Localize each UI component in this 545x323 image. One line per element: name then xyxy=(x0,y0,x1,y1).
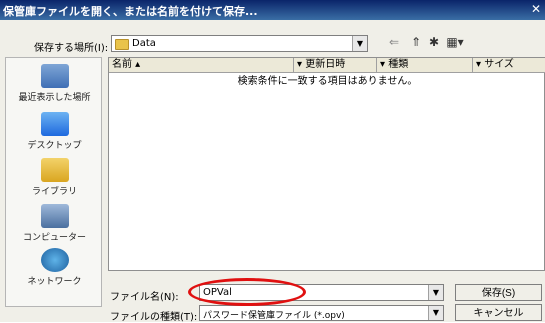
folder-icon xyxy=(115,39,129,50)
place-computer[interactable]: コンピューター xyxy=(6,204,103,243)
highlight-circle xyxy=(188,278,306,306)
computer-icon xyxy=(40,204,69,228)
file-list[interactable]: 名前 ▴ ▾ 更新日時 ▾ 種類 ▾ サイズ 検索条件に一致する項目はありません… xyxy=(108,57,545,271)
chevron-down-icon[interactable]: ▼ xyxy=(428,306,443,320)
column-type[interactable]: ▾ 種類 xyxy=(377,58,473,72)
place-label: ライブラリ xyxy=(31,187,77,197)
close-icon[interactable]: ✕ xyxy=(529,2,543,16)
place-libraries[interactable]: ライブラリ xyxy=(6,158,103,197)
filetype-label: ファイルの種類(T): xyxy=(110,312,198,323)
place-label: デスクトップ xyxy=(27,141,82,151)
place-label: コンピューター xyxy=(22,233,86,243)
column-size[interactable]: ▾ サイズ xyxy=(473,58,545,72)
list-header: 名前 ▴ ▾ 更新日時 ▾ 種類 ▾ サイズ xyxy=(109,58,545,73)
view-menu-icon[interactable]: ▦▾ xyxy=(444,33,466,51)
filename-label: ファイル名(N): xyxy=(110,292,179,303)
place-label: 最近表示した場所 xyxy=(18,93,91,103)
new-folder-icon[interactable]: ✱ xyxy=(426,33,442,51)
lookin-dropdown[interactable]: Data ▼ xyxy=(111,35,368,52)
place-desktop[interactable]: デスクトップ xyxy=(6,112,103,151)
places-bar: 最近表示した場所 デスクトップ ライブラリ コンピューター ネットワーク xyxy=(5,57,102,307)
empty-message: 検索条件に一致する項目はありません。 xyxy=(237,76,418,87)
lookin-label: 保存する場所(I): xyxy=(34,43,109,54)
place-label: ネットワーク xyxy=(27,277,82,287)
window-title: 保管庫ファイルを開く、または名前を付けて保存... xyxy=(3,5,258,18)
filetype-dropdown[interactable]: パスワード保管庫ファイル (*.opv) ▼ xyxy=(199,305,444,321)
lookin-value: Data xyxy=(132,38,156,49)
back-icon[interactable]: ⇐ xyxy=(386,33,402,51)
place-recent[interactable]: 最近表示した場所 xyxy=(6,64,103,103)
desktop-icon xyxy=(40,112,69,136)
filetype-value: パスワード保管庫ファイル (*.opv) xyxy=(203,311,345,321)
chevron-down-icon[interactable]: ▼ xyxy=(428,285,443,300)
network-icon xyxy=(40,248,69,272)
column-name[interactable]: 名前 ▴ xyxy=(109,58,294,72)
title-bar: 保管庫ファイルを開く、または名前を付けて保存... ✕ xyxy=(0,0,545,20)
chevron-down-icon[interactable]: ▼ xyxy=(352,36,367,51)
up-folder-icon[interactable]: ⇑ xyxy=(408,33,424,51)
column-modified[interactable]: ▾ 更新日時 xyxy=(294,58,377,72)
cancel-button[interactable]: キャンセル xyxy=(455,304,542,321)
recent-places-icon xyxy=(40,64,69,88)
place-network[interactable]: ネットワーク xyxy=(6,248,103,287)
libraries-icon xyxy=(40,158,69,182)
save-button[interactable]: 保存(S) xyxy=(455,284,542,301)
